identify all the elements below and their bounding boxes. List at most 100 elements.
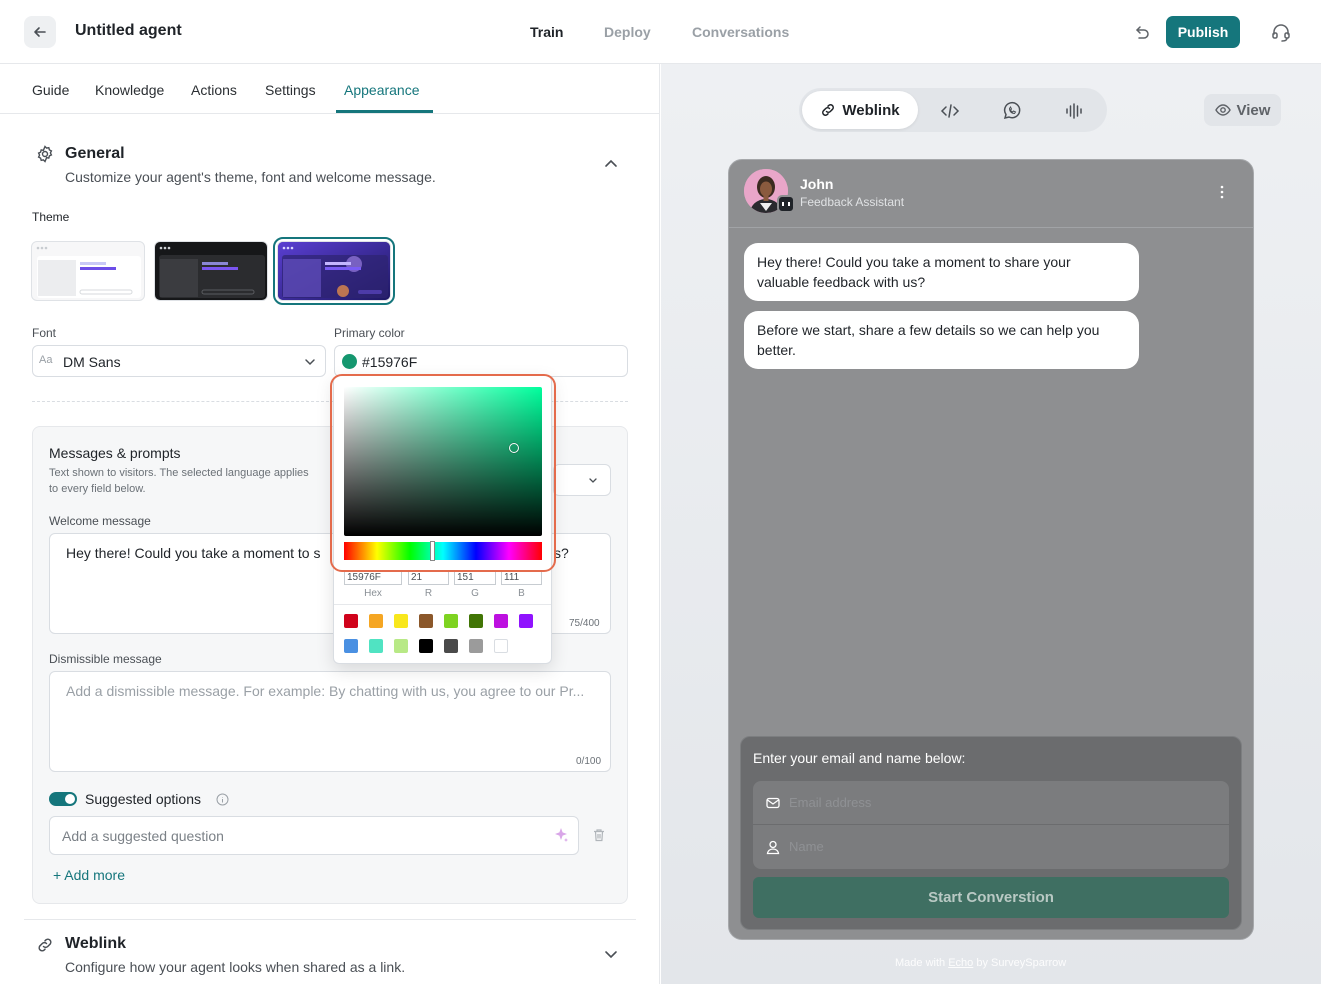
dismissible-label: Dismissible message [49, 652, 162, 666]
footer-suffix: by SurveySparrow [973, 957, 1067, 969]
audio-wave-icon [1066, 103, 1082, 119]
channel-embed[interactable] [940, 101, 960, 121]
nav-conversations[interactable]: Conversations [692, 24, 789, 40]
more-options-button[interactable] [1216, 183, 1228, 201]
channel-weblink-label: Weblink [842, 101, 900, 119]
undo-button[interactable] [1130, 22, 1152, 44]
primary-color-value: #15976F [362, 354, 418, 370]
tab-knowledge[interactable]: Knowledge [95, 82, 164, 98]
color-swatch[interactable] [419, 639, 433, 653]
nav-train[interactable]: Train [530, 24, 563, 40]
color-swatch[interactable] [444, 614, 458, 628]
color-swatch[interactable] [394, 639, 408, 653]
made-with-footer: Made with Echo by SurveySparrow [895, 957, 1066, 969]
bot-name: John [800, 176, 834, 192]
name-field[interactable]: Name [753, 825, 1229, 869]
color-swatch[interactable] [344, 614, 358, 628]
theme-gradient[interactable] [273, 237, 395, 305]
agent-title[interactable]: Untitled agent [75, 22, 182, 40]
g-caption: G [471, 588, 479, 599]
weblink-section-title[interactable]: Weblink [65, 935, 126, 953]
undo-icon [1136, 26, 1149, 39]
headset-icon [1272, 24, 1290, 42]
add-more-label: Add more [64, 867, 125, 883]
echo-link[interactable]: Echo [948, 957, 973, 969]
color-swatch[interactable] [369, 614, 383, 628]
gear-icon [36, 145, 54, 168]
bot-icon [782, 202, 790, 206]
font-select[interactable]: Aa DM Sans [32, 345, 326, 377]
font-label: Font [32, 326, 57, 340]
color-swatch[interactable] [519, 614, 533, 628]
chat-bubble: Before we start, share a few details so … [744, 311, 1139, 369]
link-icon [36, 936, 54, 959]
info-icon[interactable] [216, 793, 229, 806]
color-swatch[interactable] [419, 614, 433, 628]
color-swatch[interactable] [469, 639, 483, 653]
back-button[interactable] [24, 16, 56, 48]
b-caption: B [518, 588, 525, 599]
highlight-outline [330, 374, 556, 572]
dismissible-message-textarea[interactable]: Add a dismissible message. For example: … [49, 671, 611, 772]
publish-button[interactable]: Publish [1166, 16, 1240, 48]
tab-actions[interactable]: Actions [191, 82, 237, 98]
b-field[interactable]: 111 [501, 571, 542, 585]
welcome-label: Welcome message [49, 514, 151, 528]
language-select[interactable] [553, 464, 611, 496]
add-more-button[interactable]: + Add more [53, 867, 125, 883]
suggested-options-toggle[interactable] [49, 792, 77, 806]
general-section-subtitle: Customize your agent's theme, font and w… [65, 169, 436, 185]
color-swatch[interactable] [369, 639, 383, 653]
weblink-section-subtitle: Configure how your agent looks when shar… [65, 959, 406, 975]
color-swatch[interactable] [469, 614, 483, 628]
channel-whatsapp[interactable] [1002, 101, 1022, 121]
suggested-question-input[interactable]: Add a suggested question [49, 816, 579, 855]
channel-voice[interactable] [1064, 101, 1084, 121]
link-icon [822, 104, 835, 116]
g-field[interactable]: 151 [454, 571, 496, 585]
tab-settings[interactable]: Settings [265, 82, 316, 98]
theme-light-preview [36, 246, 141, 298]
chevron-down-icon[interactable] [603, 946, 619, 967]
theme-dark[interactable] [154, 241, 268, 301]
welcome-text: Hey there! Could you take a moment to s [66, 545, 321, 561]
tab-guide[interactable]: Guide [32, 82, 69, 98]
primary-color-label: Primary color [334, 326, 405, 340]
arrow-left-icon [34, 27, 46, 37]
primary-color-input[interactable]: #15976F [334, 345, 628, 377]
view-label: View [1236, 101, 1271, 119]
r-caption: R [424, 588, 433, 599]
email-placeholder: Email address [789, 795, 872, 810]
lead-form-title: Enter your email and name below: [753, 750, 966, 766]
hex-caption: Hex [364, 588, 382, 599]
trash-icon[interactable] [592, 828, 606, 842]
messages-title: Messages & prompts [49, 445, 181, 461]
email-field[interactable]: Email address [753, 781, 1229, 825]
plus-icon: + [53, 867, 65, 883]
color-swatch[interactable] [394, 614, 408, 628]
support-button[interactable] [1270, 21, 1292, 43]
suggested-options-label: Suggested options [85, 791, 201, 807]
channel-weblink[interactable]: Weblink [802, 91, 918, 129]
color-swatch[interactable] [494, 614, 508, 628]
nav-deploy[interactable]: Deploy [604, 24, 651, 40]
code-icon [940, 104, 960, 118]
theme-dark-preview [159, 246, 265, 298]
mail-icon [766, 797, 780, 809]
chevron-up-icon[interactable] [603, 156, 619, 177]
view-button[interactable]: View [1204, 94, 1281, 126]
theme-light[interactable] [31, 241, 145, 301]
bot-badge [777, 195, 795, 213]
tab-appearance[interactable]: Appearance [344, 82, 420, 98]
general-section-title[interactable]: General [65, 145, 125, 163]
start-conversation-button[interactable]: Start Converstion [753, 877, 1229, 918]
tab-bar: Guide Knowledge Actions Settings Appeara… [0, 64, 659, 114]
dismissible-placeholder: Add a dismissible message. For example: … [66, 683, 585, 699]
color-swatch[interactable] [444, 639, 458, 653]
color-swatch[interactable] [494, 639, 508, 653]
color-swatch[interactable] [344, 639, 358, 653]
r-field[interactable]: 21 [408, 571, 449, 585]
chevron-down-icon [589, 478, 597, 483]
sparkle-icon[interactable] [553, 827, 569, 843]
hex-field[interactable]: 15976F [344, 571, 402, 585]
